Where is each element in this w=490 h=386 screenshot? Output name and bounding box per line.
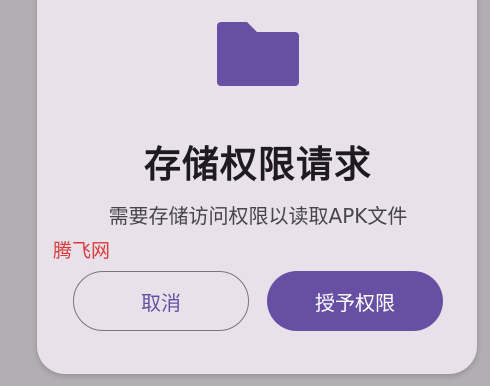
dialog-message: 需要存储访问权限以读取APK文件: [108, 204, 408, 228]
folder-icon: [217, 22, 299, 86]
grant-permission-button-label: 授予权限: [315, 290, 395, 315]
cancel-button[interactable]: 取消: [73, 271, 249, 331]
watermark: 腾飞网: [53, 240, 111, 262]
cancel-button-label: 取消: [141, 290, 181, 315]
dialog-title: 存储权限请求: [144, 143, 372, 186]
grant-permission-button[interactable]: 授予权限: [267, 271, 443, 331]
